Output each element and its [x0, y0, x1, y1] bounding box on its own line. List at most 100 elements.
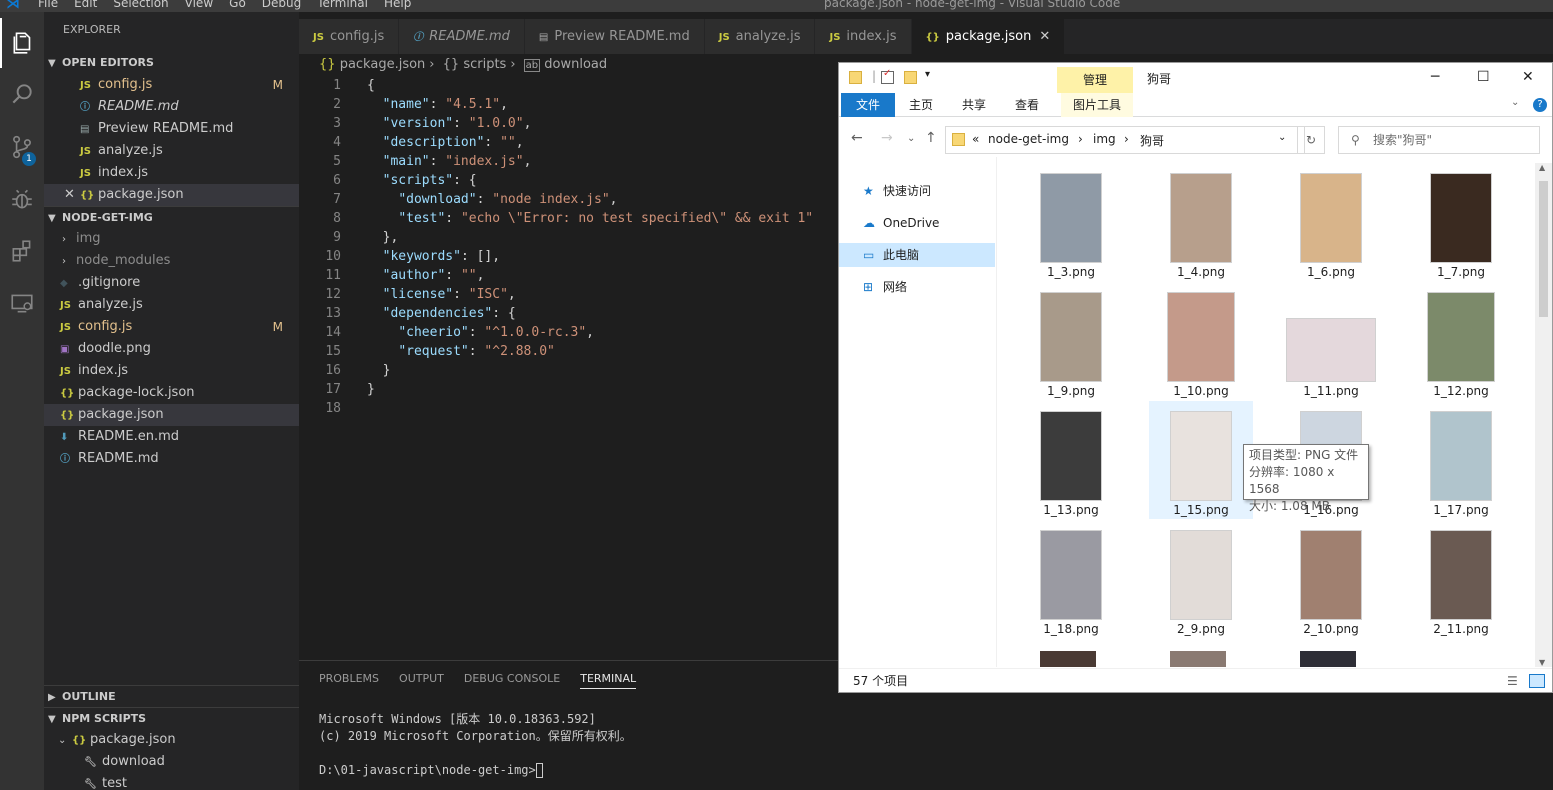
tree-file-analyze[interactable]: JS analyze.js	[44, 294, 299, 316]
file-item[interactable]: 1_12.png	[1409, 282, 1513, 400]
close-icon[interactable]: ✕	[64, 184, 80, 206]
scroll-down-icon[interactable]: ▼	[1539, 658, 1545, 667]
expand-ribbon-icon[interactable]: ⌄	[1511, 97, 1519, 108]
nav-network[interactable]: ⊞ 网络	[839, 275, 995, 299]
recent-locations-icon[interactable]: ⌄	[907, 133, 915, 144]
customize-toolbar-icon[interactable]: ▾	[925, 69, 930, 80]
file-item[interactable]: 1_10.png	[1149, 282, 1253, 400]
large-icons-view-icon[interactable]	[1529, 674, 1545, 688]
outline-header[interactable]: ▶ OUTLINE	[44, 685, 299, 707]
menu-help[interactable]: Help	[384, 0, 411, 10]
tree-folder-node-modules[interactable]: › node_modules	[44, 250, 299, 272]
breadcrumb-scripts[interactable]: scripts	[463, 57, 506, 72]
breadcrumb-download[interactable]: download	[544, 57, 607, 72]
file-item[interactable]: 1_7.png	[1409, 163, 1513, 281]
menu-edit[interactable]: Edit	[74, 0, 97, 10]
help-icon[interactable]: ?	[1533, 98, 1547, 112]
debug-activity[interactable]	[0, 174, 44, 224]
extensions-activity[interactable]	[0, 226, 44, 276]
open-editor-preview-readme[interactable]: ▤ Preview README.md	[44, 118, 299, 140]
file-item[interactable]: 1_13.png	[1019, 401, 1123, 519]
close-icon[interactable]: ✕	[1039, 29, 1050, 44]
ribbon-tab-picture-tools[interactable]: 图片工具	[1061, 93, 1133, 117]
file-item[interactable]: 1_6.png	[1279, 163, 1383, 281]
open-editor-analyze[interactable]: JS analyze.js	[44, 140, 299, 162]
remote-activity[interactable]	[0, 278, 44, 328]
scrollbar-thumb[interactable]	[1539, 181, 1548, 317]
path-img[interactable]: img	[1093, 132, 1116, 146]
menu-file[interactable]: File	[38, 0, 58, 10]
explorer-activity[interactable]	[0, 18, 44, 68]
tree-file-package-lock[interactable]: {} package-lock.json	[44, 382, 299, 404]
nav-quick-access[interactable]: ★ 快速访问	[839, 179, 995, 203]
open-editor-package-json[interactable]: ✕{} package.json	[44, 184, 299, 206]
ribbon-tab-view[interactable]: 查看	[1015, 93, 1039, 117]
up-arrow-icon[interactable]: ↑	[925, 130, 937, 146]
open-editor-readme[interactable]: ⓘ README.md	[44, 96, 299, 118]
npm-script-test[interactable]: 🔧︎ test	[44, 773, 299, 790]
tree-file-index[interactable]: JS index.js	[44, 360, 299, 382]
tree-file-readme-en[interactable]: ⬇ README.en.md	[44, 426, 299, 448]
scroll-up-icon[interactable]: ▲	[1539, 163, 1545, 172]
panel-tab-terminal[interactable]: TERMINAL	[580, 661, 637, 689]
address-bar[interactable]: « node-get-img › img › 狗哥 ⌄	[945, 126, 1305, 154]
tab-index-js[interactable]: JS index.js	[815, 19, 912, 54]
new-folder-icon[interactable]	[904, 71, 917, 84]
file-item[interactable]: 1_18.png	[1019, 520, 1123, 638]
npm-scripts-header[interactable]: ▼ NPM SCRIPTS	[44, 707, 299, 729]
menu-view[interactable]: View	[185, 0, 213, 10]
tab-preview-readme[interactable]: ▤ Preview README.md	[524, 19, 705, 54]
ribbon-tab-home[interactable]: 主页	[909, 93, 933, 117]
back-arrow-icon[interactable]: ←	[851, 130, 863, 146]
tree-file-package-json[interactable]: {} package.json	[44, 404, 299, 426]
menu-debug[interactable]: Debug	[262, 0, 301, 10]
tree-file-doodle[interactable]: ▣ doodle.png	[44, 338, 299, 360]
tab-readme-md[interactable]: ⓘ README.md	[399, 19, 525, 54]
path-overflow[interactable]: «	[972, 132, 979, 146]
maximize-icon[interactable]: ☐	[1477, 69, 1490, 85]
tree-file-gitignore[interactable]: ◆ .gitignore	[44, 272, 299, 294]
nav-this-pc[interactable]: ▭ 此电脑	[839, 243, 995, 267]
npm-package[interactable]: ⌄{} package.json	[44, 729, 299, 751]
tab-package-json[interactable]: {} package.json ✕	[911, 19, 1066, 54]
ribbon-tab-file[interactable]: 文件	[841, 93, 895, 117]
tab-analyze-js[interactable]: JS analyze.js	[704, 19, 816, 54]
path-current[interactable]: 狗哥	[1140, 132, 1164, 149]
folder-header[interactable]: ▼ NODE-GET-IMG	[44, 206, 299, 228]
npm-script-download[interactable]: 🔧︎ download	[44, 751, 299, 773]
terminal[interactable]: Microsoft Windows [版本 10.0.18363.592] (c…	[299, 697, 1553, 779]
file-item[interactable]: 1_11.png	[1279, 282, 1383, 400]
chevron-down-icon[interactable]: ⌄	[1278, 132, 1286, 143]
menu-selection[interactable]: Selection	[113, 0, 168, 10]
menu-terminal[interactable]: Terminal	[317, 0, 368, 10]
tab-config-js[interactable]: JS config.js	[299, 19, 400, 54]
tree-folder-img[interactable]: › img	[44, 228, 299, 250]
nav-onedrive[interactable]: ☁ OneDrive	[839, 211, 995, 235]
file-item[interactable]: 1_4.png	[1149, 163, 1253, 281]
properties-icon[interactable]: ✓	[881, 68, 894, 84]
file-item[interactable]: 2_11.png	[1409, 520, 1513, 638]
open-editors-header[interactable]: ▼ OPEN EDITORS	[44, 52, 299, 74]
source-control-activity[interactable]: 1	[0, 122, 44, 172]
panel-tab-debug-console[interactable]: DEBUG CONSOLE	[464, 661, 560, 697]
close-icon[interactable]: ✕	[1522, 69, 1534, 85]
ribbon-tab-share[interactable]: 共享	[962, 93, 986, 117]
vertical-scrollbar[interactable]: ▲ ▼	[1535, 163, 1552, 667]
menu-go[interactable]: Go	[229, 0, 246, 10]
file-item[interactable]: 1_3.png	[1019, 163, 1123, 281]
open-editor-config[interactable]: JS config.js M	[44, 74, 299, 96]
tree-file-readme[interactable]: ⓘ README.md	[44, 448, 299, 470]
file-item[interactable]: 1_17.png	[1409, 401, 1513, 519]
refresh-button[interactable]: ↻	[1297, 126, 1325, 154]
breadcrumb-file[interactable]: package.json	[340, 57, 426, 72]
search-activity[interactable]	[0, 69, 44, 119]
forward-arrow-icon[interactable]: →	[881, 130, 893, 146]
panel-tab-output[interactable]: OUTPUT	[399, 661, 444, 697]
file-item[interactable]: 1_9.png	[1019, 282, 1123, 400]
details-view-icon[interactable]: ☰	[1507, 669, 1518, 693]
path-node-get-img[interactable]: node-get-img	[988, 132, 1069, 146]
code-editor[interactable]: 1{2 "name": "4.5.1", 3 "version": "1.0.0"…	[299, 76, 839, 656]
file-item[interactable]: 1_15.png	[1149, 401, 1253, 519]
panel-tab-problems[interactable]: PROBLEMS	[319, 661, 379, 697]
minimize-icon[interactable]: ─	[1431, 69, 1439, 85]
